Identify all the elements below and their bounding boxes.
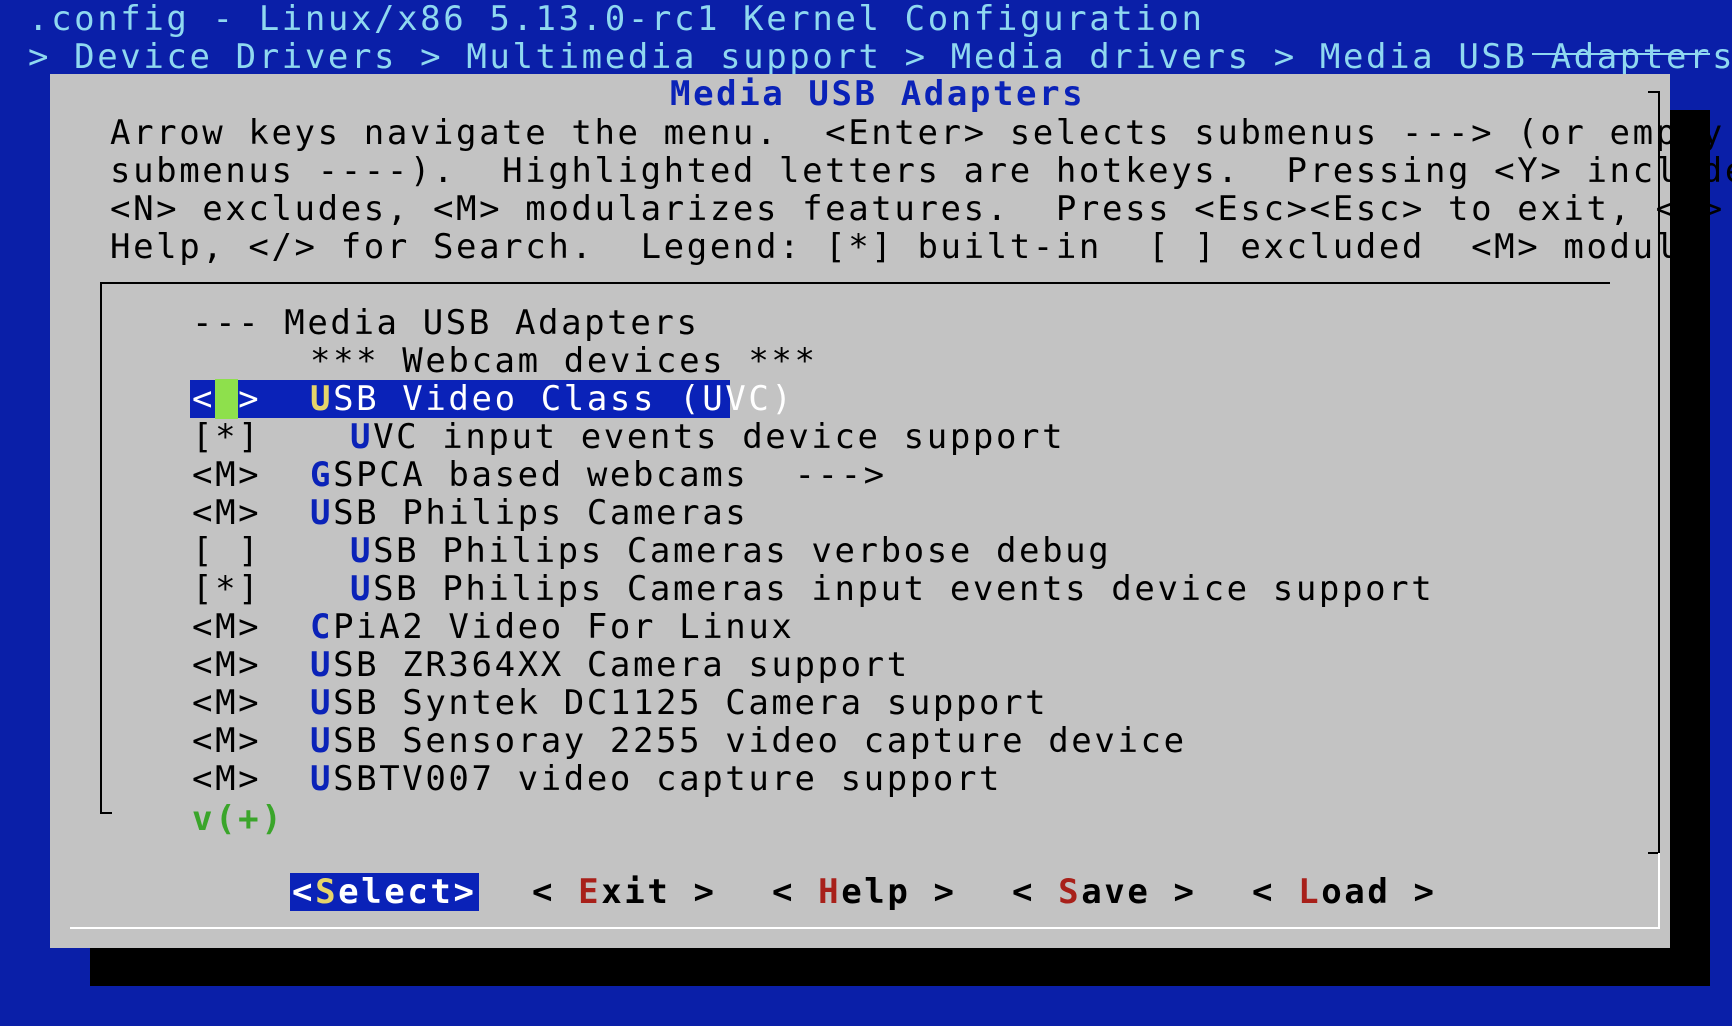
menu-item-hotkey: G [310,455,334,495]
menu-item-hotkey: U [350,417,374,457]
menu-item-label: CPiA2 Video For Linux [310,608,794,646]
menu-item[interactable]: [*] USB Philips Cameras input events devi… [192,570,1592,608]
menu-item-hotkey: C [310,607,334,647]
menu-item-text: SB ZR364XX Camera support [333,645,910,685]
menu-item-label: USB Video Class (UVC) [310,380,794,418]
menu-item[interactable]: < > USB Video Class (UVC) [192,379,1592,419]
help-text-line: submenus ----). Highlighted letters are … [110,151,1732,191]
menu-item-label: USB Philips Cameras verbose debug [350,532,1111,570]
menu-item-label: USB Syntek DC1125 Camera support [310,684,1048,722]
menu-item-hotkey: U [310,493,334,533]
menu-item[interactable]: <M> USB ZR364XX Camera support [192,646,1592,684]
menu-item-hotkey: U [350,531,374,571]
button-bracket: < [532,872,579,912]
button-hotkey: S [1058,872,1082,912]
menu-item-text: PiA2 Video For Linux [333,607,795,647]
help-button[interactable]: < Help > [772,873,957,911]
menu-item-label: USB ZR364XX Camera support [310,646,910,684]
dialog-frame [1658,853,1660,929]
breadcrumb-rule [1532,53,1710,55]
cursor [215,379,239,419]
button-bracket: < [1012,872,1059,912]
menu-item[interactable]: <M> USBTV007 video capture support [192,760,1592,798]
menu-item-state[interactable]: <M> [192,608,261,646]
menu-item-label: USB Philips Cameras input events device … [350,570,1434,608]
menu-box-border [100,282,102,812]
menu-item-hotkey: U [350,569,374,609]
scroll-more-indicator: v(+) [192,799,285,839]
menu-item-hotkey: U [310,759,334,799]
button-hotkey: E [578,872,602,912]
menu-item-state[interactable]: [*] [192,570,261,608]
breadcrumb: > Device Drivers > Multimedia support > … [28,37,1732,77]
menu-item-state[interactable]: <M> [192,494,261,532]
menu-item[interactable]: <M> USB Sensoray 2255 video capture devic… [192,722,1592,760]
button-bracket: < [772,872,819,912]
menu-item-text: SB Sensoray 2255 video capture device [333,721,1187,761]
button-bracket: < [1252,872,1299,912]
menu-item-state[interactable]: <M> [192,722,261,760]
button-label: elect> [338,872,477,912]
button-hotkey: S [315,872,339,912]
button-label: elp > [841,872,957,912]
menu-item-text: SB Video Class (UVC) [333,379,795,419]
button-bracket: < [292,872,316,912]
menu-item-text: SB Philips Cameras verbose debug [373,531,1112,571]
menu-comment: *** Webcam devices *** [310,341,818,381]
menu-item-state[interactable]: <M> [192,646,261,684]
window-title: .config - Linux/x86 5.13.0-rc1 Kernel Co… [28,0,1205,39]
exit-button[interactable]: < Exit > [532,873,717,911]
menu-header: --- Media USB Adapters [192,303,700,343]
menu-item-state[interactable]: <M> [192,760,261,798]
menu-item-label: GSPCA based webcams ---> [310,456,887,494]
menu-item-hotkey: U [310,379,334,419]
menu-item[interactable]: <M> CPiA2 Video For Linux [192,608,1592,646]
button-hotkey: L [1298,872,1322,912]
load-button[interactable]: < Load > [1252,873,1437,911]
menu-item-hotkey: U [310,645,334,685]
menu-box-border [100,812,112,814]
menu-item-text: SB Syntek DC1125 Camera support [333,683,1049,723]
menu-item-hotkey: U [310,683,334,723]
menu-item[interactable]: [ ] USB Philips Cameras verbose debug [192,532,1592,570]
dialog-frame [70,927,1660,929]
menu-item-state[interactable]: <M> [192,684,261,722]
menu-item-state[interactable]: <M> [192,456,261,494]
menu-item-state[interactable]: [*] [192,418,261,456]
help-text-line: Arrow keys navigate the menu. <Enter> se… [110,113,1725,153]
button-label: xit > [601,872,717,912]
menu-item-state[interactable]: [ ] [192,532,261,570]
menu-item-text: SPCA based webcams ---> [333,455,887,495]
menu-item-hotkey: U [310,721,334,761]
help-text-line: <N> excludes, <M> modularizes features. … [110,189,1732,229]
button-label: ave > [1081,872,1197,912]
menu-item-label: USB Philips Cameras [310,494,748,532]
menu-item-text: SBTV007 video capture support [333,759,1003,799]
menu-item[interactable]: <M> USB Syntek DC1125 Camera support [192,684,1592,722]
menu-item[interactable]: <M> GSPCA based webcams ---> [192,456,1592,494]
menu-item-text: VC input events device support [373,417,1066,457]
menu-item-label: UVC input events device support [350,418,1065,456]
save-button[interactable]: < Save > [1012,873,1197,911]
menu-item-text: SB Philips Cameras input events device s… [373,569,1435,609]
menu-item[interactable]: <M> USB Philips Cameras [192,494,1592,532]
menu-item-label: USB Sensoray 2255 video capture device [310,722,1187,760]
menu-item[interactable]: [*] UVC input events device support [192,418,1592,456]
menu-item-state[interactable]: < > [192,379,261,419]
help-text-line: Help, </> for Search. Legend: [*] built-… [110,227,1732,267]
dialog-title: Media USB Adapters [670,74,1086,114]
button-label: oad > [1321,872,1437,912]
menu-box-border [100,282,1610,284]
menu-item-text: SB Philips Cameras [333,493,749,533]
select-button[interactable]: <Select> [290,873,479,911]
button-hotkey: H [818,872,842,912]
menu-item-label: USBTV007 video capture support [310,760,1002,798]
